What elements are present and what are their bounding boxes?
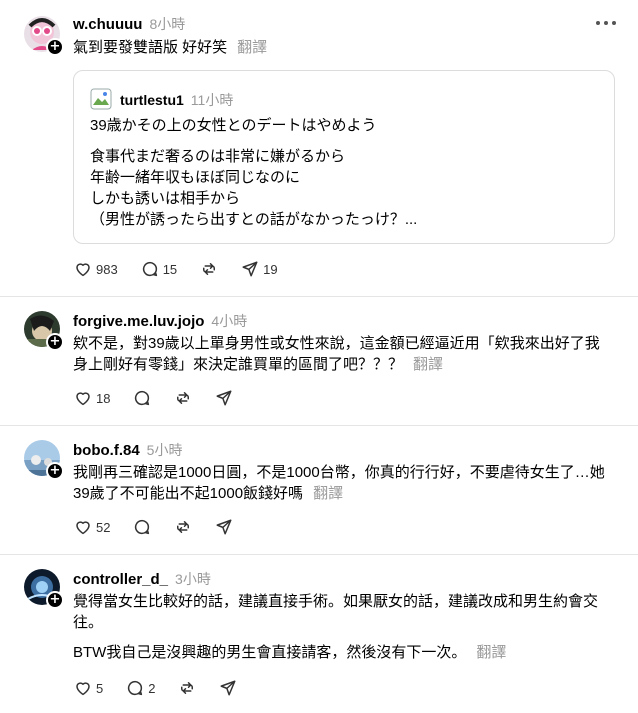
follow-plus-icon[interactable]: + [46, 333, 64, 351]
post-body: 欸不是，對39歲以上單身男性或女性來說，這金額已經逼近用「欸我來出好了我身上剛好… [73, 335, 600, 373]
more-icon[interactable] [596, 18, 616, 28]
like-count: 983 [96, 261, 118, 277]
post-body-2: BTW我自己是沒興趣的男生會直接請客，然後沒有下一次。 [73, 644, 467, 661]
heart-icon [76, 682, 90, 696]
share-button[interactable] [215, 518, 233, 536]
heart-icon [76, 521, 90, 535]
action-bar: 5 2 [74, 679, 260, 697]
like-button[interactable]: 5 [74, 679, 103, 697]
like-count: 18 [96, 390, 111, 406]
username[interactable]: controller_d_ [73, 571, 168, 588]
follow-plus-icon[interactable]: + [46, 38, 64, 56]
like-button[interactable]: 983 [74, 260, 118, 278]
username[interactable]: w.chuuuu [73, 16, 142, 33]
quoted-body: 食事代まだ奢るのは非常に嫌がるから 年齢一緒年収もほぼ同じなのに しかも誘いは相… [90, 148, 418, 228]
comment-icon [142, 261, 157, 277]
repost-icon [203, 263, 216, 275]
heart-icon [76, 392, 90, 406]
translate-link[interactable]: 翻譯 [413, 356, 443, 373]
post-header: controller_d_ 3小時 [73, 569, 211, 589]
quoted-header: turtlestu1 11小時 [120, 90, 233, 110]
timestamp[interactable]: 3小時 [175, 569, 211, 589]
avatar-bobo-f-84[interactable]: + [24, 440, 64, 480]
share-icon [216, 390, 232, 406]
action-bar: 52 [74, 518, 256, 536]
repost-icon [181, 682, 194, 694]
post-text: 欸不是，對39歲以上單身男性或女性來說，這金額已經逼近用「欸我來出好了我身上剛好… [73, 333, 613, 375]
share-count: 19 [263, 261, 278, 277]
comment-button[interactable] [133, 518, 151, 536]
repost-icon [177, 392, 190, 404]
quoted-title: 39歳かその上の女性とのデートはやめよう [90, 117, 377, 134]
post-1: + w.chuuuu 8小時 氣到要發雙語版 好好笑 翻譯 turtlestu1 … [0, 0, 638, 296]
repost-button[interactable] [174, 389, 192, 407]
translate-link[interactable]: 翻譯 [237, 39, 267, 56]
comment-button[interactable]: 15 [141, 260, 177, 278]
action-bar: 983 15 19 [74, 260, 301, 278]
quoted-timestamp: 11小時 [190, 92, 234, 108]
translate-link[interactable]: 翻譯 [476, 644, 506, 661]
quoted-avatar-icon [90, 88, 112, 110]
post-header: bobo.f.84 5小時 [73, 440, 182, 460]
timestamp[interactable]: 5小時 [147, 440, 183, 460]
share-button[interactable] [219, 679, 237, 697]
post-text: 覺得當女生比較好的話，建議直接手術。如果厭女的話，建議改成和男生約會交往。 [73, 591, 613, 633]
post-header: forgive.me.luv.jojo 4小時 [73, 311, 247, 331]
comment-count: 2 [148, 680, 156, 696]
post-3: + bobo.f.84 5小時 我剛再三確認是1000日圓，不是1000台幣，你… [0, 426, 638, 554]
share-icon [220, 680, 236, 696]
share-button[interactable]: 19 [241, 260, 278, 278]
timestamp[interactable]: 4小時 [211, 311, 247, 331]
quoted-username[interactable]: turtlestu1 [120, 92, 184, 108]
comment-button[interactable]: 2 [126, 679, 155, 697]
like-button[interactable]: 18 [74, 389, 110, 407]
action-bar: 18 [74, 389, 256, 407]
post-header: w.chuuuu 8小時 [73, 14, 185, 34]
comment-button[interactable] [133, 389, 151, 407]
avatar-w-chuuuu[interactable]: + [24, 16, 64, 56]
avatar-forgive-me-luv-jojo[interactable]: + [24, 311, 64, 351]
post-text: 氣到要發雙語版 好好笑 翻譯 [73, 37, 613, 58]
share-button[interactable] [215, 389, 233, 407]
post-body: 覺得當女生比較好的話，建議直接手術。如果厭女的話，建議改成和男生約會交往。 [73, 593, 599, 631]
quoted-post[interactable]: turtlestu1 11小時 39歳かその上の女性とのデートはやめよう 食事代… [73, 70, 615, 244]
timestamp[interactable]: 8小時 [149, 14, 185, 34]
comment-icon [135, 390, 150, 406]
post-text-2: BTW我自己是沒興趣的男生會直接請客，然後沒有下一次。 翻譯 [73, 642, 613, 663]
comment-icon [135, 519, 150, 535]
username[interactable]: bobo.f.84 [73, 442, 140, 459]
repost-button[interactable] [174, 518, 192, 536]
repost-icon [177, 521, 190, 533]
post-text: 我剛再三確認是1000日圓，不是1000台幣，你真的行行好，不要虐待女生了…她3… [73, 462, 613, 504]
post-2: + forgive.me.luv.jojo 4小時 欸不是，對39歲以上單身男性… [0, 297, 638, 425]
repost-button[interactable] [200, 260, 218, 278]
comment-icon [128, 680, 143, 696]
translate-link[interactable]: 翻譯 [313, 485, 343, 502]
follow-plus-icon[interactable]: + [46, 591, 64, 609]
follow-plus-icon[interactable]: + [46, 462, 64, 480]
share-icon [242, 261, 258, 277]
post-4: + controller_d_ 3小時 覺得當女生比較好的話，建議直接手術。如果… [0, 555, 638, 713]
heart-icon [76, 263, 90, 277]
avatar-controller-d[interactable]: + [24, 569, 64, 609]
like-button[interactable]: 52 [74, 518, 110, 536]
like-count: 52 [96, 519, 111, 535]
comment-count: 15 [162, 261, 178, 277]
username[interactable]: forgive.me.luv.jojo [73, 313, 204, 330]
repost-button[interactable] [178, 679, 196, 697]
like-count: 5 [96, 680, 104, 696]
share-icon [216, 519, 232, 535]
post-body: 氣到要發雙語版 好好笑 [73, 39, 228, 56]
